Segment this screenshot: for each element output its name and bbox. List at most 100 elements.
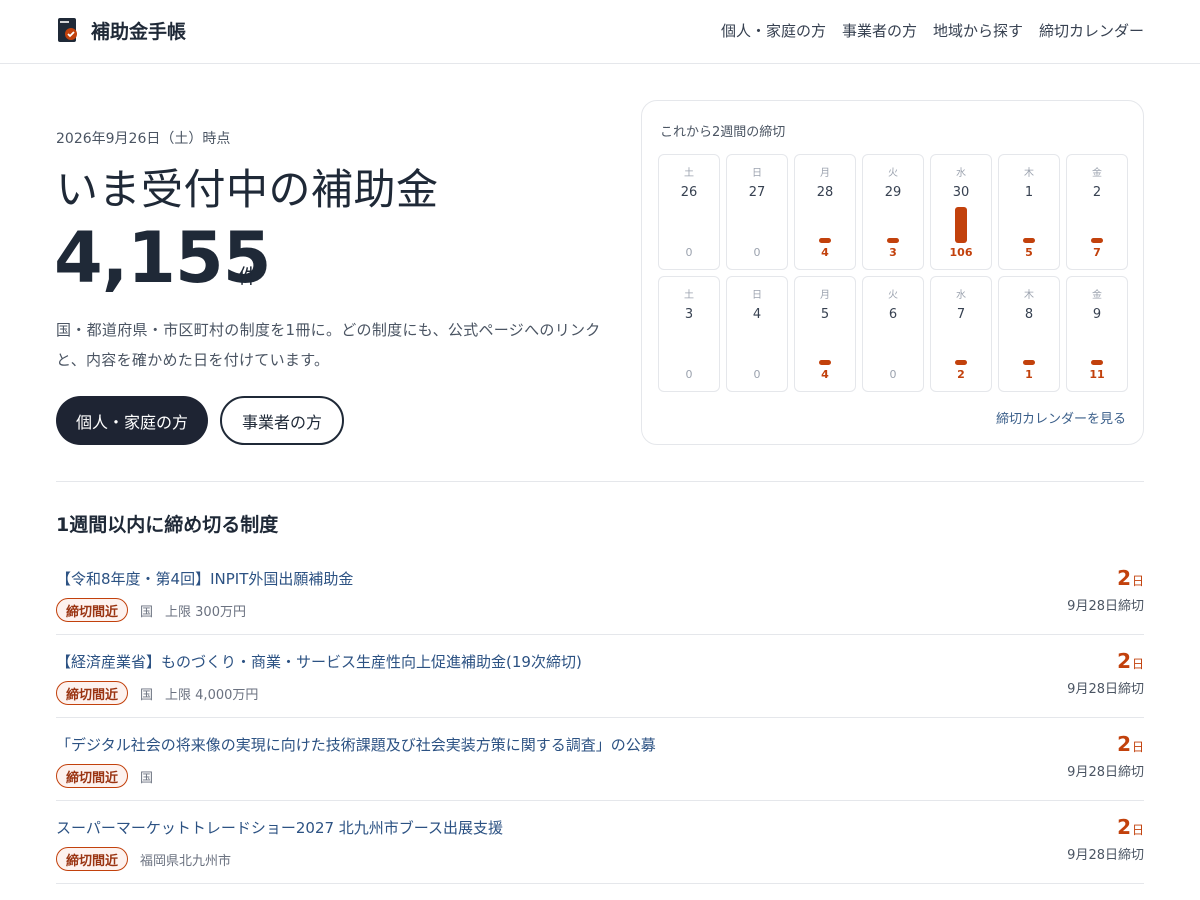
business-button[interactable]: 事業者の方 <box>220 396 344 445</box>
nav-link-individual[interactable]: 個人・家庭の方 <box>721 20 826 41</box>
calendar-count-bar <box>887 238 899 243</box>
calendar-deadline-count: 7 <box>1093 246 1101 259</box>
calendar-weekday: 火 <box>888 168 898 179</box>
subsidy-title-link[interactable]: 【令和8年度・第4回】INPIT外国出願補助金 <box>56 568 353 589</box>
brand-home-link[interactable]: 補助金手帳 <box>57 16 186 44</box>
days-remaining-value: 2日 <box>1067 566 1144 593</box>
deadline-soon-badge: 締切間近 <box>56 598 129 622</box>
calendar-weekday: 月 <box>820 290 830 301</box>
calendar-day[interactable]: 金 9 11 <box>1066 276 1128 392</box>
subsidy-issuer: 国 <box>140 604 154 620</box>
deadline-date: 9月28日締切 <box>1067 599 1144 614</box>
calendar-weekday: 金 <box>1092 290 1102 301</box>
individual-button[interactable]: 個人・家庭の方 <box>56 396 208 445</box>
calendar-date: 5 <box>820 307 830 322</box>
calendar-link[interactable]: 締切カレンダーを見る <box>996 408 1126 427</box>
subsidy-meta: 締切間近 福岡県北九州市 <box>56 847 231 871</box>
deadline-date: 9月28日締切 <box>1067 848 1144 863</box>
subsidy-amount: 上限 4,000万円 <box>165 687 259 703</box>
calendar-date: 30 <box>952 185 970 200</box>
days-unit: 日 <box>1131 657 1144 671</box>
calendar-date: 8 <box>1024 307 1034 322</box>
calendar-weekday: 金 <box>1092 168 1102 179</box>
calendar-deadline-count: 0 <box>753 246 761 259</box>
subsidy-meta-text: 福岡県北九州市 <box>140 850 231 869</box>
subsidy-meta: 締切間近国 <box>56 764 153 788</box>
days-remaining-value: 2日 <box>1067 732 1144 759</box>
list-item: スーパーマーケットトレードショー2027 北九州市ブース出展支援 締切間近 福岡県北… <box>56 801 1144 884</box>
days-remaining: 2日 9月28日締切 <box>1067 566 1144 614</box>
calendar-count-bar <box>819 238 831 243</box>
deadline-soon-badge: 締切間近 <box>56 764 129 788</box>
calendar-count-bar <box>1091 238 1103 243</box>
days-remaining: 2日 9月28日締切 <box>1067 732 1144 780</box>
calendar-day[interactable]: 土 3 0 <box>658 276 720 392</box>
subsidy-meta-text: 国上限 300万円 <box>140 601 246 620</box>
calendar-day[interactable]: 火 6 0 <box>862 276 924 392</box>
deadline-date: 9月28日締切 <box>1067 682 1144 697</box>
days-number: 2 <box>1117 649 1131 673</box>
hero-description: 国・都道府県・市区町村の制度を1冊に。どの制度にも、公式ページへのリンクと、内容… <box>56 321 601 369</box>
days-remaining: 2日 9月28日締切 <box>1067 815 1144 863</box>
subsidy-meta-text: 国上限 4,000万円 <box>140 684 258 703</box>
deadline-list: 【令和8年度・第4回】INPIT外国出願補助金 締切間近国上限 300万円 2日 9月… <box>56 552 1144 884</box>
section-title: 1週間以内に締め切る制度 <box>56 514 279 536</box>
calendar-weekday: 水 <box>956 290 966 301</box>
calendar-deadline-count: 2 <box>957 368 965 381</box>
list-item: 【令和8年度・第4回】INPIT外国出願補助金 締切間近国上限 300万円 2日 9月… <box>56 552 1144 635</box>
calendar-weekday: 水 <box>956 168 966 179</box>
days-unit: 日 <box>1131 823 1144 837</box>
deadline-soon-badge: 締切間近 <box>56 847 129 871</box>
calendar-title: これから2週間の締切 <box>660 125 786 140</box>
calendar-date: 3 <box>684 307 694 322</box>
calendar-count-bar <box>1023 238 1035 243</box>
deadline-calendar-card: これから2週間の締切 土 26 0 日 27 0 月 28 4 火 29 3 水 30 106 木 1 5 金 2 7 土… <box>641 100 1144 445</box>
calendar-deadline-count: 0 <box>685 368 693 381</box>
subsidy-meta: 締切間近国上限 300万円 <box>56 598 246 622</box>
calendar-date: 26 <box>680 185 698 200</box>
calendar-day[interactable]: 木 8 1 <box>998 276 1060 392</box>
calendar-day[interactable]: 日 4 0 <box>726 276 788 392</box>
calendar-count-bar <box>1091 360 1103 365</box>
open-subsidy-count-unit: 件 <box>238 264 258 288</box>
calendar-day[interactable]: 月 28 4 <box>794 154 856 270</box>
calendar-day[interactable]: 水 30 106 <box>930 154 992 270</box>
calendar-count-bar <box>1023 360 1035 365</box>
calendar-deadline-count: 4 <box>821 368 829 381</box>
section-divider <box>56 481 1144 482</box>
calendar-weekday: 木 <box>1024 168 1034 179</box>
calendar-weekday: 木 <box>1024 290 1034 301</box>
calendar-date: 9 <box>1092 307 1102 322</box>
calendar-day[interactable]: 水 7 2 <box>930 276 992 392</box>
days-number: 2 <box>1117 566 1131 590</box>
calendar-date: 4 <box>752 307 762 322</box>
hero-title: いま受付中の補助金 <box>56 165 439 214</box>
notebook-check-icon <box>58 18 77 42</box>
subsidy-title-link[interactable]: 「デジタル社会の将来像の実現に向けた技術課題及び社会実装方策に関する調査」の公募 <box>56 734 656 755</box>
calendar-date: 1 <box>1024 185 1034 200</box>
calendar-day[interactable]: 日 27 0 <box>726 154 788 270</box>
calendar-deadline-count: 106 <box>949 246 973 259</box>
nav-link-calendar[interactable]: 締切カレンダー <box>1039 20 1144 41</box>
calendar-day[interactable]: 土 26 0 <box>658 154 720 270</box>
list-item: 【経済産業省】ものづくり・商業・サービス生産性向上促進補助金(19次締切) 締切間… <box>56 635 1144 718</box>
nav-link-region[interactable]: 地域から探す <box>933 20 1023 41</box>
calendar-day[interactable]: 火 29 3 <box>862 154 924 270</box>
subsidy-title-link[interactable]: 【経済産業省】ものづくり・商業・サービス生産性向上促進補助金(19次締切) <box>56 651 582 672</box>
calendar-day[interactable]: 金 2 7 <box>1066 154 1128 270</box>
calendar-weekday: 月 <box>820 168 830 179</box>
days-remaining: 2日 9月28日締切 <box>1067 649 1144 697</box>
calendar-grid: 土 26 0 日 27 0 月 28 4 火 29 3 水 30 106 木 1 5 金 2 7 土 3 0 日 4 0 月 5 4 火 6 0… <box>658 154 1128 392</box>
days-number: 2 <box>1117 732 1131 756</box>
calendar-day[interactable]: 月 5 4 <box>794 276 856 392</box>
calendar-day[interactable]: 木 1 5 <box>998 154 1060 270</box>
calendar-weekday: 日 <box>752 168 762 179</box>
calendar-date: 7 <box>956 307 966 322</box>
nav-link-business[interactable]: 事業者の方 <box>842 20 917 41</box>
calendar-count-bar <box>955 207 967 243</box>
calendar-date: 6 <box>888 307 898 322</box>
days-unit: 日 <box>1131 740 1144 754</box>
days-unit: 日 <box>1131 574 1144 588</box>
subsidy-title-link[interactable]: スーパーマーケットトレードショー2027 北九州市ブース出展支援 <box>56 817 503 838</box>
calendar-weekday: 日 <box>752 290 762 301</box>
